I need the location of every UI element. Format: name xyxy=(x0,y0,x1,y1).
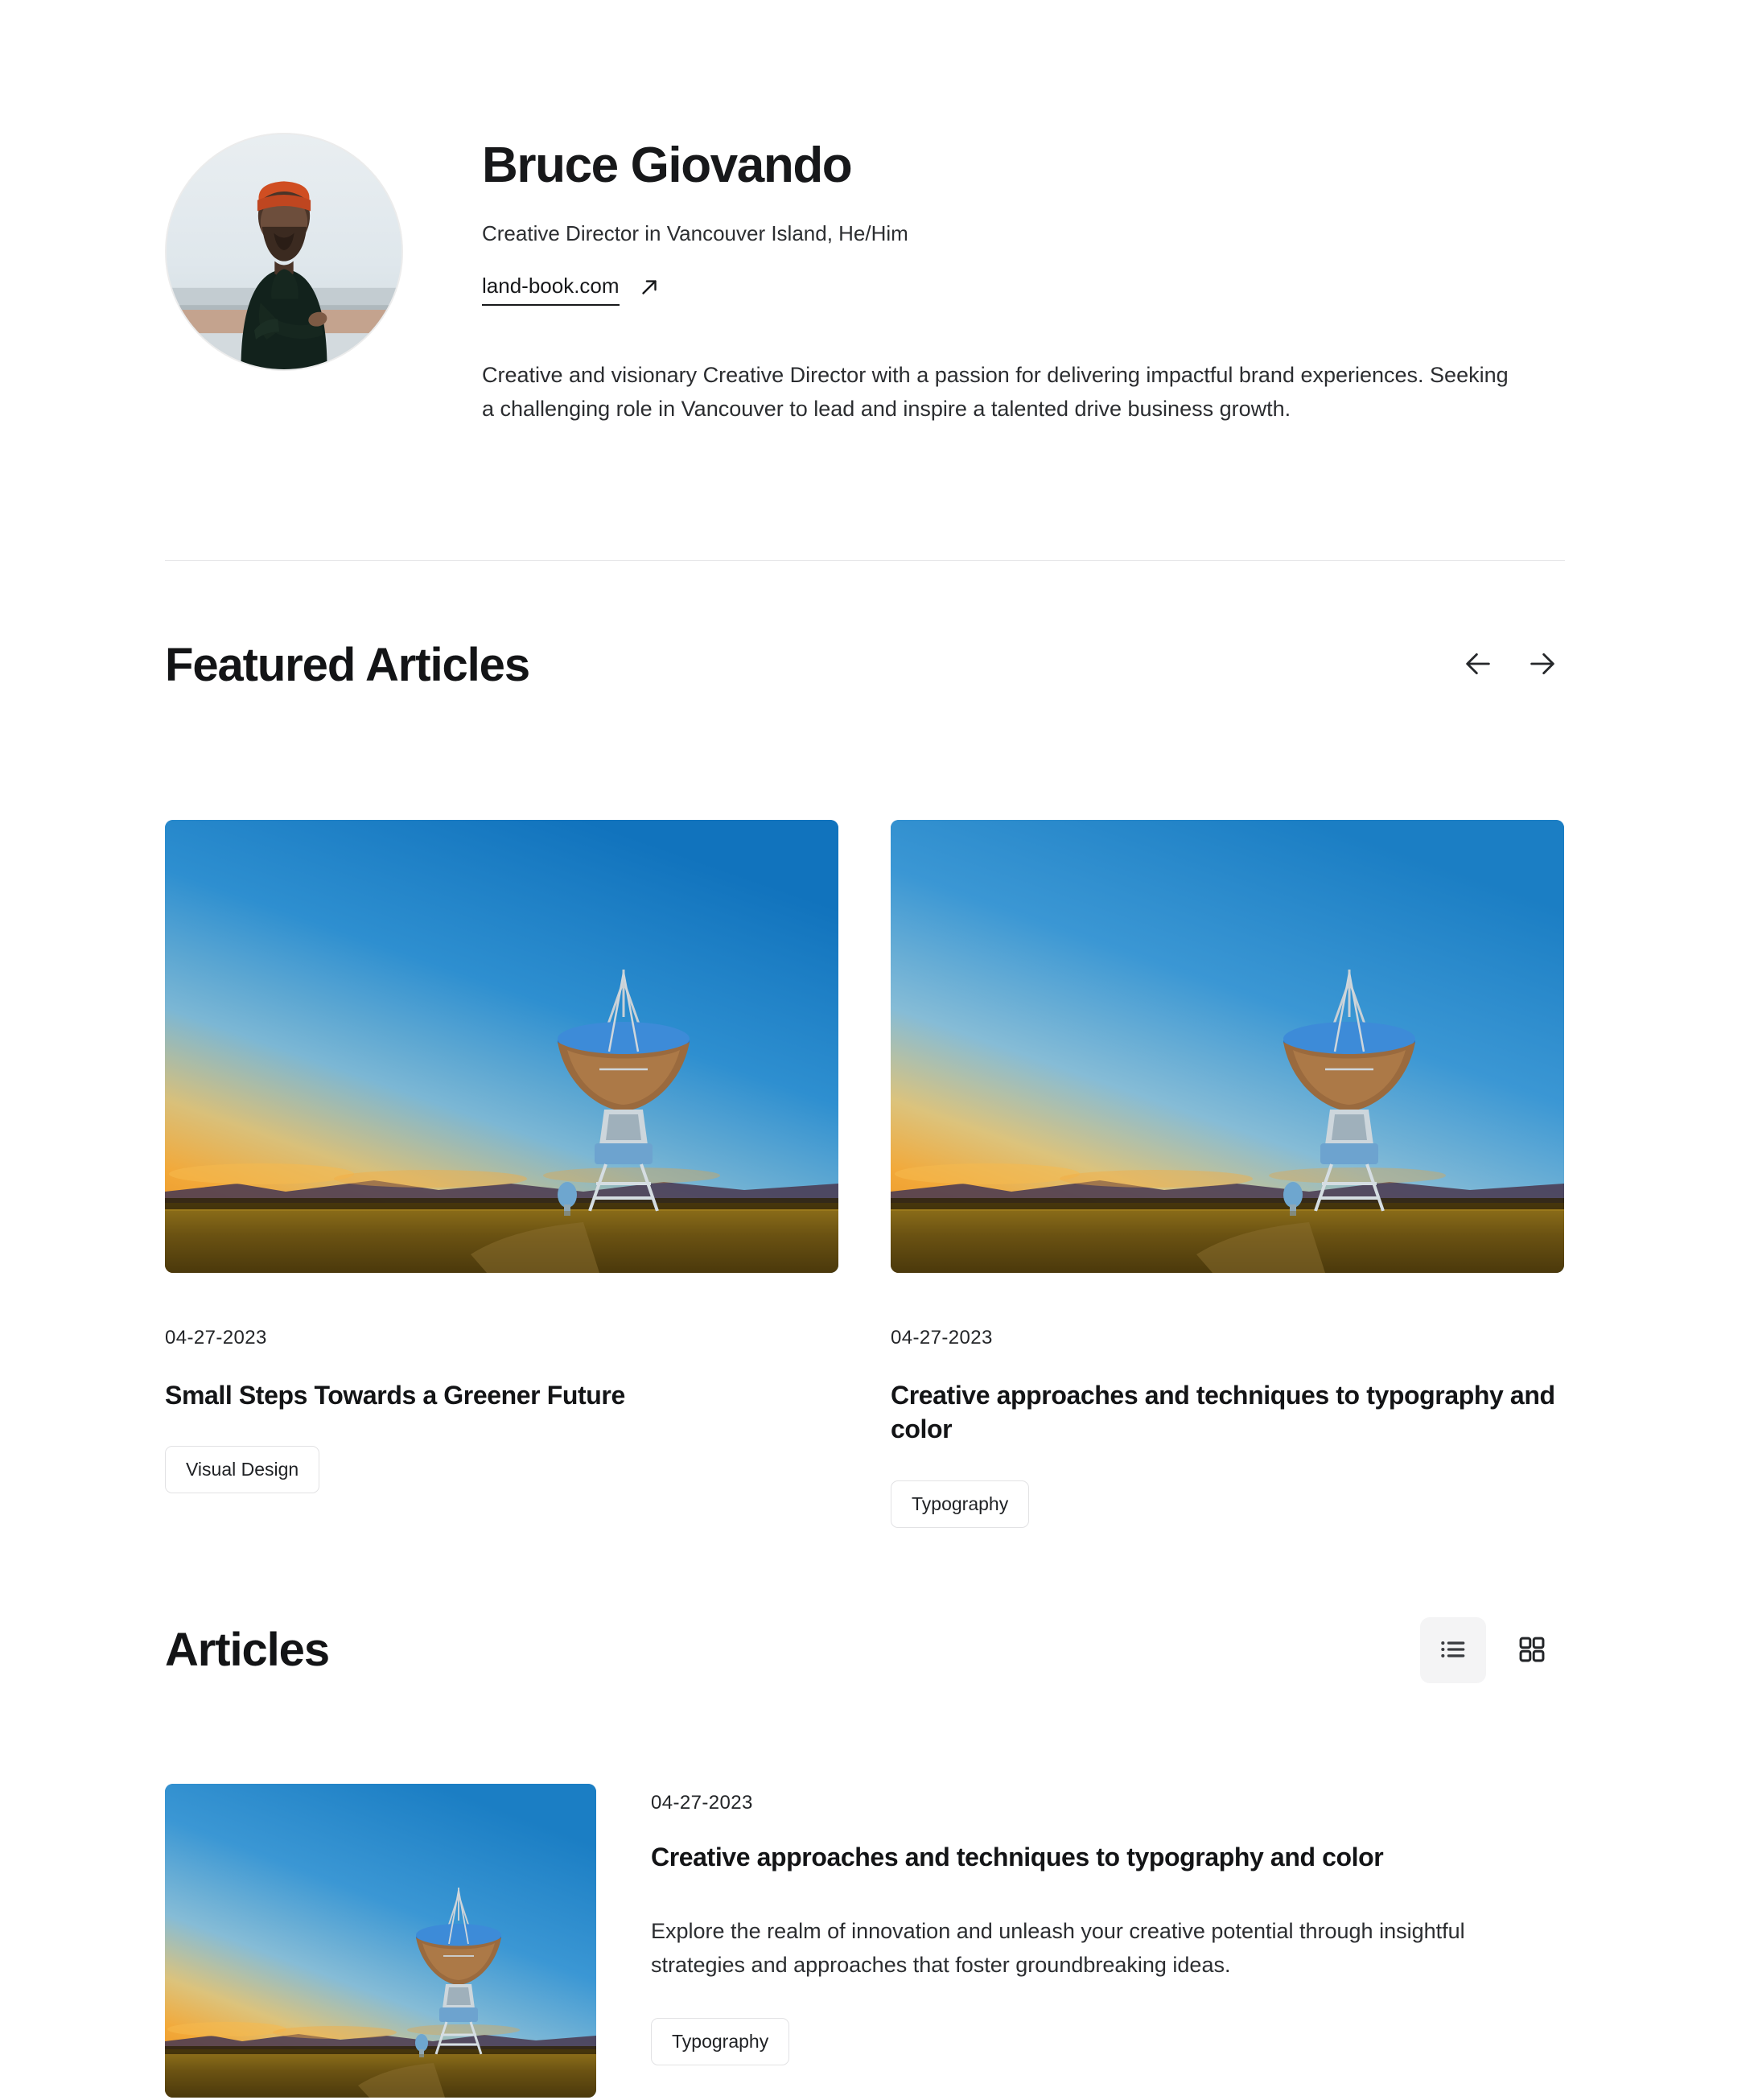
featured-title: Featured Articles xyxy=(165,639,530,691)
view-toggle xyxy=(1420,1617,1565,1683)
list-view-icon xyxy=(1438,1634,1468,1667)
grid-view-button[interactable] xyxy=(1499,1617,1565,1683)
article-list-body: 04-27-2023 Creative approaches and techn… xyxy=(651,1784,1565,2098)
featured-card[interactable]: 04-27-2023 Creative approaches and techn… xyxy=(891,819,1564,1528)
article-list-item[interactable]: 04-27-2023 Creative approaches and techn… xyxy=(165,1784,1565,2098)
article-description: Explore the realm of innovation and unle… xyxy=(651,1918,1465,1977)
featured-card-tag[interactable]: Typography xyxy=(891,1480,1030,1528)
article-date: 04-27-2023 xyxy=(651,1792,753,1814)
profile-bio: Creative and visionary Creative Director… xyxy=(482,362,1509,422)
featured-card-date: 04-27-2023 xyxy=(891,1326,993,1349)
profile-link-row: land-book.com xyxy=(482,274,1565,306)
carousel-next-button[interactable] xyxy=(1525,648,1560,683)
avatar xyxy=(165,133,403,371)
carousel-prev-button[interactable] xyxy=(1460,648,1496,683)
carousel-nav xyxy=(1460,648,1565,683)
satellite-dish-photo xyxy=(891,819,1564,1273)
arrow-left-icon xyxy=(1462,648,1494,682)
featured-cards: 04-27-2023 Small Steps Towards a Greener… xyxy=(165,819,1565,1528)
articles-section: Articles 04-27-2023 Creative approaches … xyxy=(165,1617,1565,2098)
featured-card-title[interactable]: Creative approaches and techniques to ty… xyxy=(891,1378,1564,1447)
featured-card-date: 04-27-2023 xyxy=(165,1326,267,1349)
article-thumbnail[interactable] xyxy=(165,1784,596,2098)
profile-block: Bruce Giovando Creative Director in Vanc… xyxy=(165,0,1565,426)
profile-header: Bruce Giovando Creative Director in Vanc… xyxy=(165,0,1565,426)
satellite-dish-photo xyxy=(165,1784,596,2098)
featured-card-image[interactable] xyxy=(891,819,1564,1273)
featured-articles-section: Featured Articles 04-27-2023 Small Steps… xyxy=(165,640,1565,1528)
avatar-wrap xyxy=(165,133,406,371)
list-view-button[interactable] xyxy=(1420,1617,1486,1683)
arrow-right-icon xyxy=(1526,648,1558,682)
profile-details: Bruce Giovando Creative Director in Vanc… xyxy=(406,133,1565,426)
article-title[interactable]: Creative approaches and techniques to ty… xyxy=(651,1841,1565,1875)
profile-page: Bruce Giovando Creative Director in Vanc… xyxy=(0,0,1754,2100)
arrow-up-right-icon xyxy=(637,275,661,299)
article-tag[interactable]: Typography xyxy=(651,2017,790,2065)
avatar-image xyxy=(167,134,401,369)
articles-header: Articles xyxy=(165,1617,1565,1683)
featured-card-tag[interactable]: Visual Design xyxy=(165,1446,320,1494)
featured-card-image[interactable] xyxy=(165,819,838,1273)
profile-name: Bruce Giovando xyxy=(482,138,853,193)
grid-view-icon xyxy=(1517,1634,1547,1667)
featured-header: Featured Articles xyxy=(165,640,1565,691)
featured-card-title[interactable]: Small Steps Towards a Greener Future xyxy=(165,1378,838,1413)
articles-title: Articles xyxy=(165,1624,330,1677)
satellite-dish-photo xyxy=(165,819,838,1273)
featured-card[interactable]: 04-27-2023 Small Steps Towards a Greener… xyxy=(165,819,838,1528)
website-link[interactable]: land-book.com xyxy=(482,274,620,306)
section-divider xyxy=(165,560,1565,561)
profile-role: Creative Director in Vancouver Island, H… xyxy=(482,220,908,245)
